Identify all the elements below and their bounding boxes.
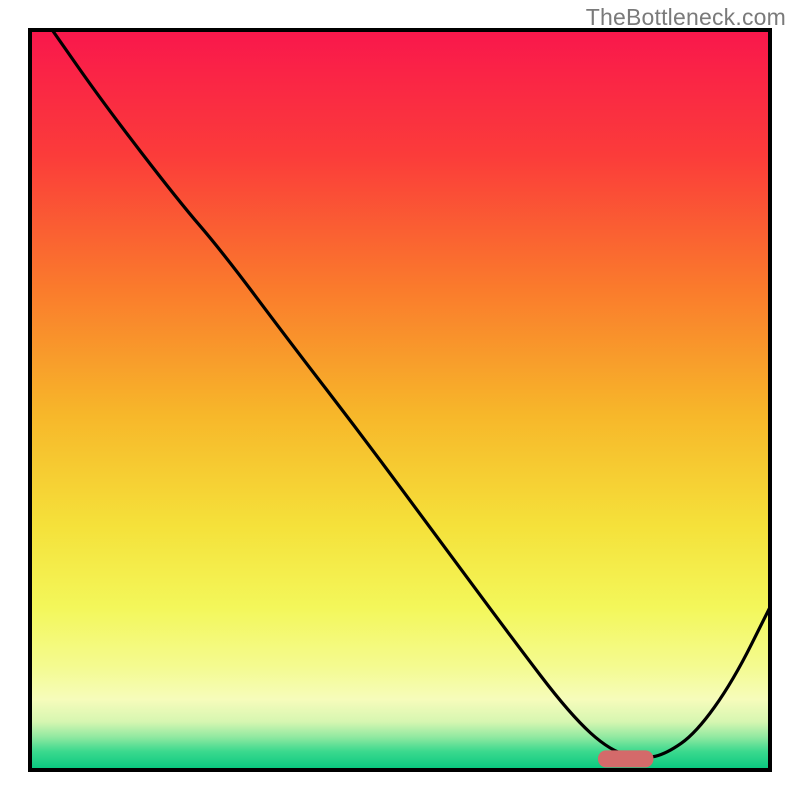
bottleneck-chart	[0, 0, 800, 800]
gradient-background	[30, 30, 770, 770]
optimal-marker	[598, 750, 654, 767]
watermark-text: TheBottleneck.com	[586, 4, 786, 31]
chart-container: TheBottleneck.com	[0, 0, 800, 800]
